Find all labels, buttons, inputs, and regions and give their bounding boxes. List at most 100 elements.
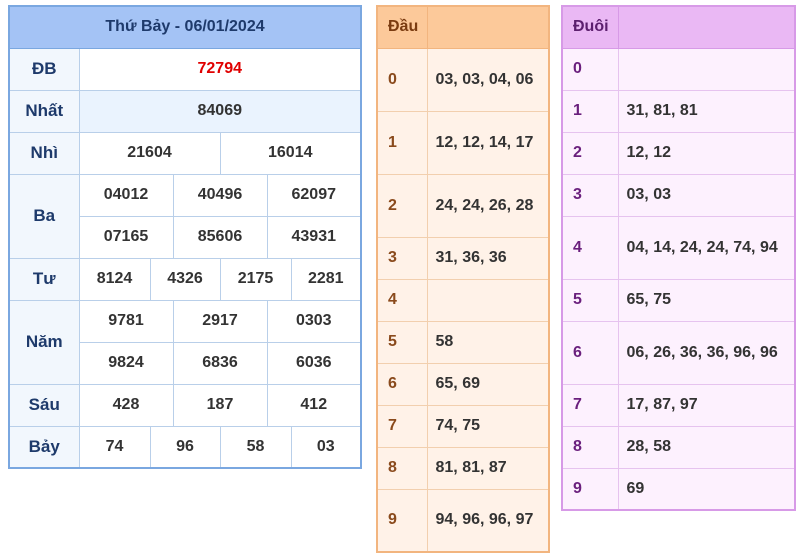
prize-value: 187 [172,383,268,427]
duoi-key: 4 [561,215,619,280]
dau-key: 8 [376,446,428,490]
prize-label: Sáu [8,383,80,427]
dau-header: Đầu [376,5,428,49]
prize-row-sau: Sáu 428 187 412 [8,383,362,427]
prize-row-nhat: Nhất 84069 [8,89,362,133]
duoi-values: 28, 58 [617,425,796,469]
duoi-values: 17, 87, 97 [617,383,796,427]
results-title: Thứ Bảy - 06/01/2024 [8,5,362,49]
prize-value: 84069 [78,89,362,133]
duoi-row: 8 28, 58 [561,425,796,469]
prize-row-bay: Bảy 74 96 58 03 [8,425,362,469]
duoi-key: 6 [561,320,619,385]
duoi-header-blank [617,5,796,49]
dau-key: 2 [376,173,428,238]
duoi-key: 3 [561,173,619,217]
duoi-row: 6 06, 26, 36, 36, 96, 96 [561,320,796,385]
dau-values: 58 [426,320,550,364]
duoi-values: 04, 14, 24, 24, 74, 94 [617,215,796,280]
prize-value: 58 [219,425,292,469]
duoi-key: 1 [561,89,619,133]
dau-key: 0 [376,47,428,112]
duoi-key: 8 [561,425,619,469]
prize-value: 6036 [266,341,362,385]
dau-row: 3 31, 36, 36 [376,236,550,280]
prize-value: 2917 [172,299,268,343]
duoi-row: 4 04, 14, 24, 24, 74, 94 [561,215,796,280]
prize-row-nam: Năm 9781 2917 0303 [8,299,362,385]
duoi-key: 5 [561,278,619,322]
dau-values: 94, 96, 96, 97 [426,488,550,553]
dau-key: 7 [376,404,428,448]
prize-value: 412 [266,383,362,427]
dau-row: 8 81, 81, 87 [376,446,550,490]
duoi-values: 12, 12 [617,131,796,175]
prize-value: 03 [290,425,362,469]
prize-value: 07165 [78,215,174,259]
dau-values: 31, 36, 36 [426,236,550,280]
duoi-values [617,47,796,91]
prize-value: 21604 [78,131,221,175]
duoi-row: 7 17, 87, 97 [561,383,796,427]
dau-values: 03, 03, 04, 06 [426,47,550,112]
dau-values: 65, 69 [426,362,550,406]
prize-value: 74 [78,425,151,469]
prize-value: 9781 [78,299,174,343]
dau-row: 6 65, 69 [376,362,550,406]
prize-label: Bảy [8,425,80,469]
dau-key: 1 [376,110,428,175]
prize-value: 428 [78,383,174,427]
dau-values: 12, 12, 14, 17 [426,110,550,175]
dau-row: 5 58 [376,320,550,364]
prize-value: 40496 [172,173,268,217]
prize-value: 16014 [219,131,362,175]
dau-row: 7 74, 75 [376,404,550,448]
prize-value: 85606 [172,215,268,259]
dau-row: 4 [376,278,550,322]
duoi-key: 0 [561,47,619,91]
prize-label: ĐB [8,47,80,91]
duoi-row: 9 69 [561,467,796,511]
prize-row-tu: Tư 8124 4326 2175 2281 [8,257,362,301]
dau-values: 74, 75 [426,404,550,448]
dau-values: 81, 81, 87 [426,446,550,490]
duoi-row: 5 65, 75 [561,278,796,322]
duoi-row: 3 03, 03 [561,173,796,217]
prize-value: 2281 [290,257,362,301]
duoi-values: 06, 26, 36, 36, 96, 96 [617,320,796,385]
duoi-key: 2 [561,131,619,175]
dau-key: 9 [376,488,428,553]
prize-label: Nhất [8,89,80,133]
prize-value: 9824 [78,341,174,385]
prize-row-nhi: Nhì 21604 16014 [8,131,362,175]
prize-value: 6836 [172,341,268,385]
duoi-values: 31, 81, 81 [617,89,796,133]
prize-value: 2175 [219,257,292,301]
prize-label: Năm [8,299,80,385]
prize-value: 0303 [266,299,362,343]
dau-table: Đầu 0 03, 03, 04, 06 1 12, 12, 14, 17 2 24,… [376,5,550,553]
prize-label: Tư [8,257,80,301]
dau-row: 0 03, 03, 04, 06 [376,47,550,112]
duoi-row: 1 31, 81, 81 [561,89,796,133]
duoi-key: 9 [561,467,619,511]
duoi-values: 65, 75 [617,278,796,322]
dau-row: 9 94, 96, 96, 97 [376,488,550,553]
dau-row: 2 24, 24, 26, 28 [376,173,550,238]
special-prize-value: 72794 [78,47,362,91]
duoi-key: 7 [561,383,619,427]
duoi-values: 69 [617,467,796,511]
prize-value: 43931 [266,215,362,259]
dau-key: 4 [376,278,428,322]
dau-row: 1 12, 12, 14, 17 [376,110,550,175]
duoi-row: 2 12, 12 [561,131,796,175]
duoi-table: Đuôi 0 1 31, 81, 81 2 12, 12 3 03, 03 4 04, … [561,5,796,511]
prize-value: 62097 [266,173,362,217]
dau-header-blank [426,5,550,49]
duoi-values: 03, 03 [617,173,796,217]
results-table: Thứ Bảy - 06/01/2024 ĐB 72794 Nhất 84069… [8,5,363,469]
dau-values [426,278,550,322]
dau-key: 3 [376,236,428,280]
dau-values: 24, 24, 26, 28 [426,173,550,238]
prize-value: 96 [149,425,221,469]
